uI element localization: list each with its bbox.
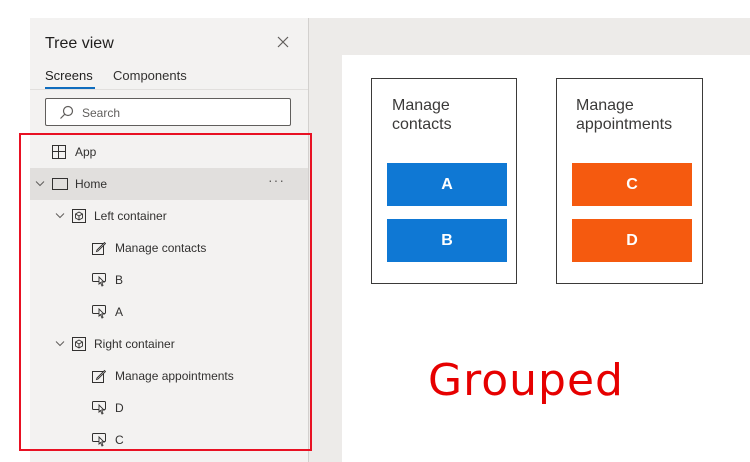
tree-item-button-a[interactable]: A: [30, 296, 308, 328]
tree-item-label: D: [115, 401, 124, 415]
search-placeholder: Search: [82, 106, 121, 120]
tree-item-manage-contacts[interactable]: Manage contacts: [30, 232, 308, 264]
screen-icon: [52, 178, 68, 190]
container-icon: [72, 337, 86, 351]
tree-item-button-b[interactable]: B: [30, 264, 308, 296]
tree-item-button-d[interactable]: D: [30, 392, 308, 424]
button-b[interactable]: B: [387, 219, 507, 262]
tree-item-label: Left container: [94, 209, 167, 223]
tree-item-label: A: [115, 305, 124, 319]
button-a[interactable]: A: [387, 163, 507, 206]
tab-components[interactable]: Components: [113, 68, 187, 83]
app-icon: [52, 145, 66, 159]
tree-item-label: Home: [75, 177, 108, 191]
button-d[interactable]: D: [572, 219, 692, 262]
tree-item-label: Manage appointments: [115, 369, 234, 383]
tree-view-title: Tree view: [45, 35, 114, 52]
chevron-down-icon[interactable]: [55, 212, 65, 220]
tree-view-pane: Tree view Screens Components Search App …: [30, 18, 309, 462]
tree-item-app[interactable]: App: [30, 136, 308, 168]
chevron-down-icon[interactable]: [55, 340, 65, 348]
tree-item-label: Right container: [94, 337, 175, 351]
tree-item-label: B: [115, 273, 124, 287]
search-icon: [60, 105, 74, 119]
tree-item-button-c[interactable]: C: [30, 424, 308, 456]
manage-contacts-label[interactable]: Manage contacts: [392, 96, 512, 134]
grouped-annotation: Grouped: [428, 355, 624, 406]
button-icon: [92, 273, 106, 287]
manage-appointments-label[interactable]: Manage appointments: [576, 96, 701, 134]
button-c[interactable]: C: [572, 163, 692, 206]
label-edit-icon: [92, 369, 106, 383]
tree-item-label: Manage contacts: [115, 241, 207, 255]
tree-item-label: C: [115, 433, 124, 447]
button-icon: [92, 401, 106, 415]
button-icon: [92, 433, 106, 447]
tree-item-left-container[interactable]: Left container: [30, 200, 308, 232]
button-icon: [92, 305, 106, 319]
chevron-down-icon[interactable]: [35, 180, 45, 188]
tree-item-right-container[interactable]: Right container: [30, 328, 308, 360]
tree-item-home[interactable]: Home ···: [30, 168, 308, 200]
more-options-icon[interactable]: ···: [268, 172, 285, 188]
right-container[interactable]: Manage appointments C D: [556, 78, 703, 284]
tab-screens[interactable]: Screens: [45, 68, 93, 83]
tree-item-manage-appointments[interactable]: Manage appointments: [30, 360, 308, 392]
container-icon: [72, 209, 86, 223]
left-container[interactable]: Manage contacts A B: [371, 78, 517, 284]
search-input[interactable]: Search: [45, 98, 291, 126]
close-icon[interactable]: [275, 34, 291, 50]
label-edit-icon: [92, 241, 106, 255]
tab-divider: [30, 89, 308, 90]
tree-item-label: App: [75, 145, 97, 159]
